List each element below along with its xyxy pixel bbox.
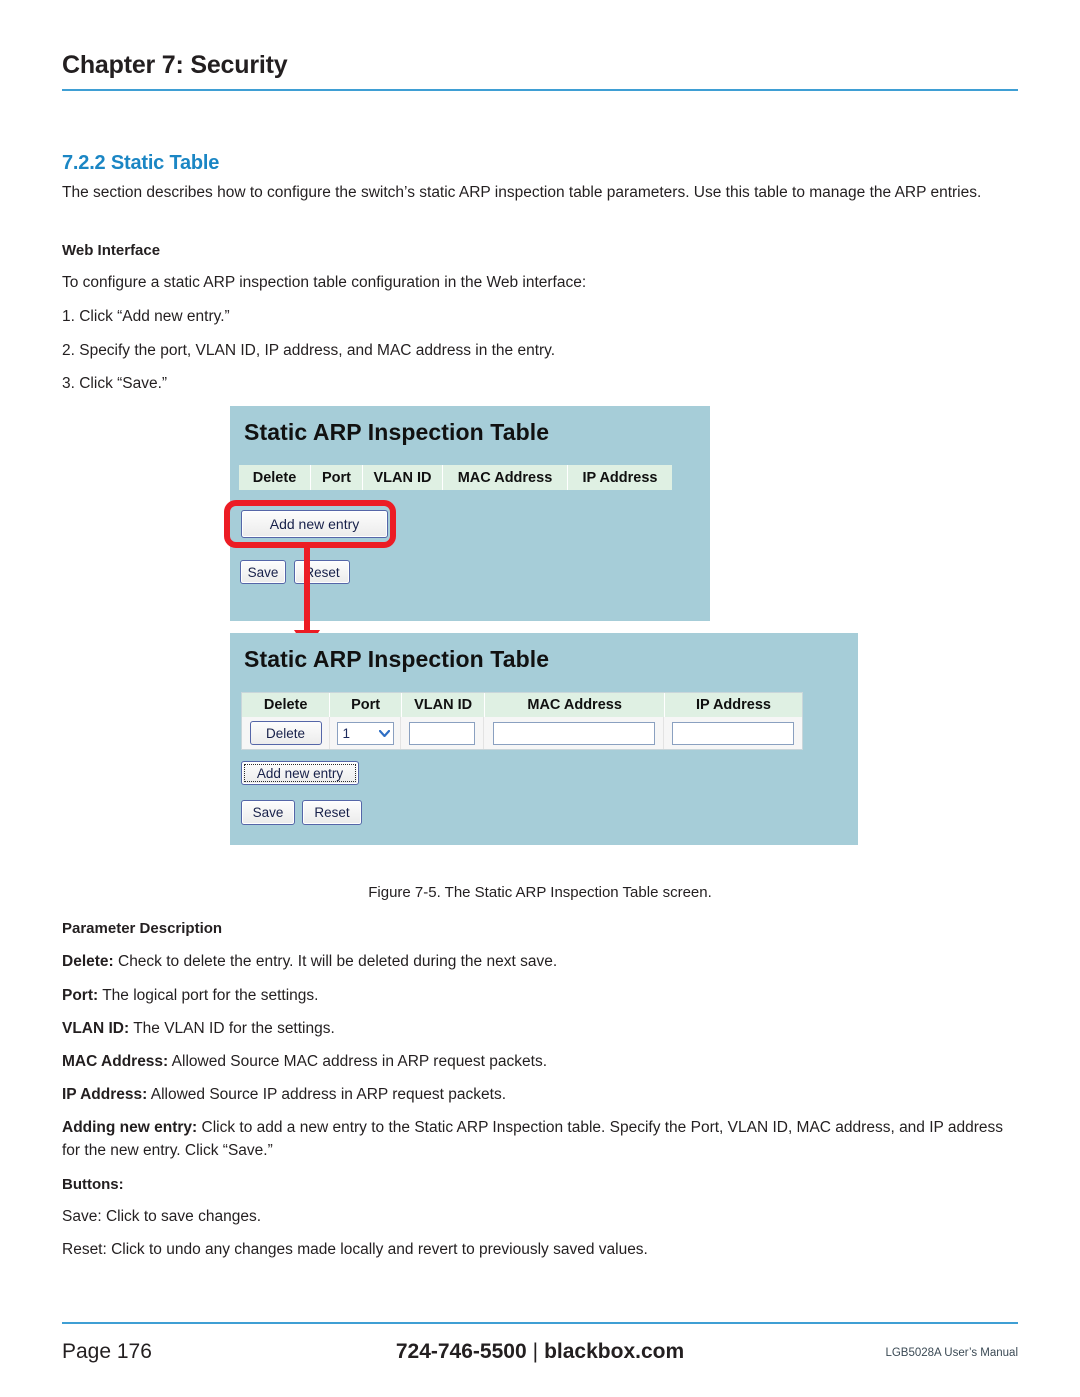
parameter-term: VLAN ID: bbox=[62, 1020, 130, 1037]
parameter-item-mac-address: MAC Address: Allowed Source MAC address … bbox=[62, 1051, 1018, 1074]
page-header: Chapter 7: Security bbox=[62, 51, 1018, 91]
parameter-text: Check to delete the entry. It will be de… bbox=[113, 953, 558, 970]
step-item-2: 2. Specify the port, VLAN ID, IP address… bbox=[62, 342, 556, 359]
buttons-item-reset: Reset: Click to undo any changes made lo… bbox=[62, 1241, 648, 1258]
parameter-item-adding-new-entry: Adding new entry: Click to add a new ent… bbox=[62, 1117, 1018, 1163]
parameter-term: Adding new entry: bbox=[62, 1119, 198, 1136]
footer-phone: 724-746-5500 bbox=[395, 1340, 527, 1363]
panel-one-title: Static ARP Inspection Table bbox=[244, 419, 550, 445]
parameter-item-port: Port: The logical port for the settings. bbox=[62, 985, 1018, 1008]
parameter-item-ip-address: IP Address: Allowed Source IP address in… bbox=[62, 1084, 1018, 1107]
step-item-3: 3. Click “Save.” bbox=[62, 375, 168, 392]
parameter-text: Allowed Source IP address in ARP request… bbox=[147, 1086, 506, 1103]
step-item-1: 1. Click “Add new entry.” bbox=[62, 308, 230, 325]
parameter-term: Delete: bbox=[62, 953, 114, 970]
web-interface-label: Web Interface bbox=[62, 242, 161, 259]
screenshot-panel-with-new-row: Static ARP Inspection Table bbox=[230, 633, 858, 845]
footer-manual-name: LGB5028A User’s Manual bbox=[885, 1347, 1018, 1359]
buttons-item-save: Save: Click to save changes. bbox=[62, 1208, 262, 1225]
screenshot-panel-empty-table: Static ARP Inspection Table bbox=[230, 406, 710, 621]
panel-two-title: Static ARP Inspection Table bbox=[244, 646, 550, 672]
parameter-item-vlan-id: VLAN ID: The VLAN ID for the settings. bbox=[62, 1018, 1018, 1041]
section-intro-paragraph: The section describes how to configure t… bbox=[62, 184, 982, 201]
footer-divider bbox=[62, 1322, 1018, 1324]
buttons-section-label: Buttons: bbox=[62, 1176, 124, 1193]
parameter-text: The logical port for the settings. bbox=[98, 987, 319, 1004]
parameter-term: MAC Address: bbox=[62, 1053, 169, 1070]
parameter-item-delete: Delete: Check to delete the entry. It wi… bbox=[62, 951, 1018, 974]
figure-caption: Figure 7-5. The Static ARP Inspection Ta… bbox=[368, 884, 712, 901]
footer-separator: | bbox=[532, 1340, 539, 1363]
parameter-text: Allowed Source MAC address in ARP reques… bbox=[168, 1053, 548, 1070]
header-divider bbox=[62, 88, 1018, 91]
section-heading: 7.2.2 Static Table bbox=[62, 152, 220, 174]
parameter-description-label: Parameter Description bbox=[62, 920, 223, 937]
parameter-term: Port: bbox=[62, 987, 99, 1004]
parameter-term: IP Address: bbox=[62, 1086, 148, 1103]
to-configure-paragraph: To configure a static ARP inspection tab… bbox=[62, 274, 587, 291]
parameter-text: The VLAN ID for the settings. bbox=[129, 1020, 335, 1037]
chapter-title: Chapter 7: Security bbox=[62, 51, 288, 79]
parameter-text: Click to add a new entry to the Static A… bbox=[62, 1119, 1004, 1159]
footer-website: blackbox.com bbox=[544, 1340, 685, 1363]
